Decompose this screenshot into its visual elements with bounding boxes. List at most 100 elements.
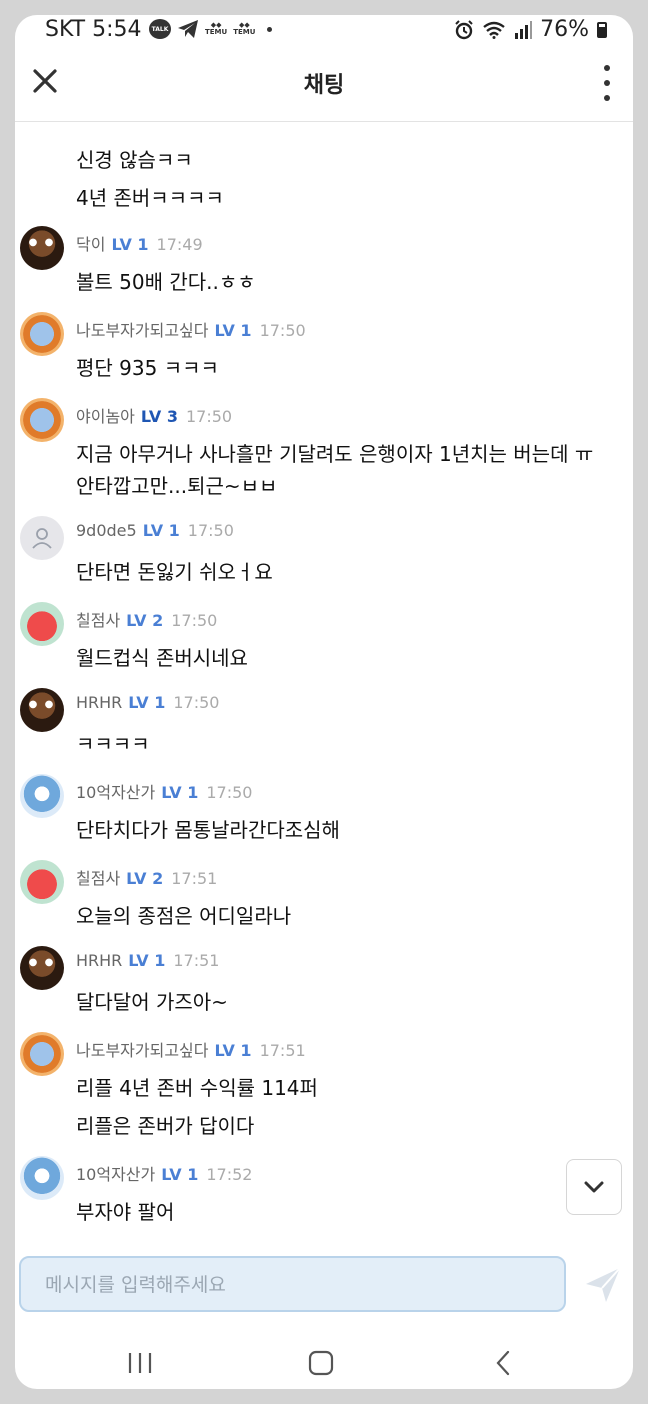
- message-meta: HRHR LV 1 17:50: [76, 693, 219, 712]
- message-meta: 나도부자가되고싶다 LV 1 17:50: [76, 317, 306, 341]
- recent-apps-button[interactable]: [120, 1343, 160, 1383]
- avatar[interactable]: [20, 602, 64, 646]
- battery-icon: [597, 21, 607, 38]
- message-text: 오늘의 종점은 어디일라나: [76, 904, 292, 928]
- avatar[interactable]: [20, 1032, 64, 1076]
- level-badge: LV 1: [214, 1041, 252, 1060]
- message-meta: 10억자산가 LV 1 17:50: [76, 779, 252, 803]
- send-button[interactable]: [580, 1262, 626, 1308]
- username[interactable]: 나도부자가되고싶다: [76, 1041, 208, 1060]
- message-meta: 10억자산가 LV 1 17:52: [76, 1161, 252, 1185]
- timestamp: 17:50: [206, 783, 253, 802]
- message-text: 리플 4년 존버 수익률 114퍼: [76, 1076, 318, 1100]
- level-badge: LV 1: [128, 951, 166, 970]
- message-text: 지금 아무거나 사나흘만 기달려도 은행이자 1년치는 버는데 ㅠ: [76, 442, 594, 466]
- recent-apps-icon: [128, 1353, 152, 1373]
- timestamp: 17:50: [187, 521, 234, 540]
- timestamp: 17:51: [173, 951, 220, 970]
- timestamp: 17:49: [156, 235, 203, 254]
- username[interactable]: 10억자산가: [76, 1165, 155, 1184]
- send-icon: [586, 1267, 621, 1302]
- username[interactable]: 야이놈아: [76, 407, 135, 426]
- message-text: ㅋㅋㅋㅋ: [76, 732, 150, 756]
- level-badge: LV 1: [111, 235, 149, 254]
- username[interactable]: 칠점사: [76, 869, 120, 888]
- timestamp: 17:50: [185, 407, 233, 426]
- message-text: 평단 935 ㅋㅋㅋ: [76, 356, 219, 380]
- message-text: 단타치다가 몸통날라간다조심해: [76, 818, 340, 842]
- username[interactable]: 닥이: [76, 235, 105, 254]
- back-button[interactable]: [483, 1343, 523, 1383]
- username[interactable]: 10억자산가: [76, 783, 155, 802]
- chat-header: 채팅: [15, 49, 633, 122]
- kakaotalk-icon: TALK: [149, 19, 171, 39]
- notification-icons: TALK ◆◆ TEMU ◆◆ TEMU: [149, 19, 273, 39]
- avatar[interactable]: [20, 688, 64, 732]
- message-text: 4년 존버ㅋㅋㅋㅋ: [76, 186, 224, 210]
- system-navigation-bar: [15, 1333, 633, 1389]
- username[interactable]: HRHR: [76, 951, 122, 970]
- message-meta: 야이놈아 LV 3 17:50: [76, 403, 232, 427]
- level-badge: LV 1: [142, 521, 180, 540]
- chevron-down-icon: [584, 1181, 604, 1193]
- level-badge: LV 2: [126, 611, 164, 630]
- back-icon: [496, 1350, 510, 1376]
- username[interactable]: HRHR: [76, 693, 122, 712]
- timestamp: 17:51: [171, 869, 218, 888]
- message-input-box[interactable]: [19, 1256, 566, 1312]
- username[interactable]: 9d0de5: [76, 521, 137, 540]
- wifi-icon: [483, 21, 505, 39]
- timestamp: 17:50: [173, 693, 220, 712]
- user-icon: [32, 528, 52, 549]
- message-text: 단타면 돈잃기 쉬오ㅓ요: [76, 560, 273, 584]
- level-badge: LV 2: [126, 869, 164, 888]
- more-notifications-dot: [267, 26, 273, 32]
- telegram-icon: [178, 20, 198, 38]
- avatar[interactable]: [20, 860, 64, 904]
- username[interactable]: 나도부자가되고싶다: [76, 321, 208, 340]
- username[interactable]: 칠점사: [76, 611, 120, 630]
- message-list[interactable]: 신경 않슴ㅋㅋ 4년 존버ㅋㅋㅋㅋ 닥이 LV 1 17:49 볼트 50배 간다.…: [15, 122, 633, 1247]
- timestamp: 17:51: [259, 1041, 306, 1060]
- battery-percent: 76%: [540, 17, 589, 42]
- message-input[interactable]: [43, 1270, 547, 1300]
- level-badge: LV 1: [161, 1165, 199, 1184]
- scroll-to-bottom-button[interactable]: [566, 1159, 622, 1215]
- avatar[interactable]: [20, 312, 64, 356]
- signal-icon: [515, 20, 533, 39]
- message-text: 안타깝고만...퇴근~ㅂㅂ: [76, 474, 278, 498]
- avatar[interactable]: [20, 226, 64, 270]
- temu-icon: ◆◆ TEMU: [233, 21, 256, 36]
- message-meta: 칠점사 LV 2 17:51: [76, 865, 217, 889]
- message-meta: 닥이 LV 1 17:49: [76, 231, 203, 255]
- system-icons: 76%: [454, 17, 607, 42]
- timestamp: 17:50: [171, 611, 218, 630]
- level-badge: LV 1: [214, 321, 252, 340]
- home-button[interactable]: [301, 1343, 341, 1383]
- page-title: 채팅: [303, 73, 345, 98]
- level-badge: LV 1: [161, 783, 199, 802]
- message-text: 부자야 팔어: [76, 1200, 175, 1224]
- more-options-button[interactable]: [599, 63, 615, 103]
- message-text: 달다달어 가즈아~: [76, 990, 228, 1014]
- avatar[interactable]: [20, 398, 64, 442]
- status-bar: SKT 5:54 TALK ◆◆ TEMU ◆◆ TEMU 76%: [15, 15, 633, 49]
- message-meta: 나도부자가되고싶다 LV 1 17:51: [76, 1037, 306, 1061]
- message-text: 볼트 50배 간다..ㅎㅎ: [76, 270, 256, 294]
- avatar[interactable]: [20, 946, 64, 990]
- carrier-time: SKT 5:54: [45, 17, 142, 42]
- timestamp: 17:52: [206, 1165, 253, 1184]
- more-vertical-icon: [604, 65, 610, 71]
- temu-icon: ◆◆ TEMU: [205, 21, 228, 36]
- avatar[interactable]: [20, 516, 64, 560]
- avatar[interactable]: [20, 774, 64, 818]
- message-meta: HRHR LV 1 17:51: [76, 951, 219, 970]
- timestamp: 17:50: [259, 321, 306, 340]
- avatar[interactable]: [20, 1156, 64, 1200]
- home-icon: [308, 1350, 334, 1376]
- message-text: 리플은 존버가 답이다: [76, 1114, 255, 1138]
- message-text: 월드컵식 존버시네요: [76, 646, 248, 670]
- message-meta: 9d0de5 LV 1 17:50: [76, 521, 234, 540]
- phone-screen: SKT 5:54 TALK ◆◆ TEMU ◆◆ TEMU 76% 채팅 신경 않: [15, 15, 633, 1389]
- alarm-icon: [455, 19, 473, 39]
